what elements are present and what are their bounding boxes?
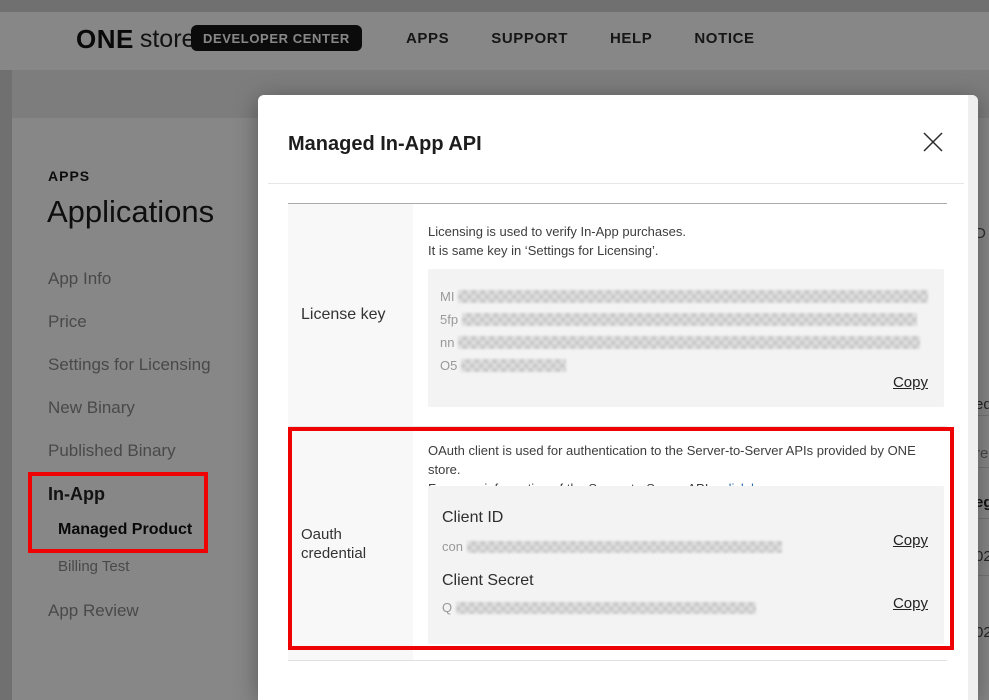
close-icon — [923, 132, 943, 152]
oauth-credential-row: Oauth credential OAuth client is used fo… — [288, 427, 947, 660]
license-key-row: License key Licensing is used to verify … — [288, 204, 947, 427]
close-button[interactable] — [920, 129, 946, 155]
managed-in-app-api-modal: Managed In-App API License key Licensing… — [258, 95, 978, 700]
client-secret-label: Client Secret — [442, 572, 534, 589]
oauth-content: OAuth client is used for authentication … — [413, 427, 947, 660]
client-id-label: Client ID — [442, 509, 504, 526]
key-prefix: O5 — [440, 358, 458, 373]
redacted-blur — [456, 601, 757, 614]
title-divider — [268, 183, 964, 184]
client-secret-value: Q — [442, 600, 757, 615]
redacted-blur — [458, 290, 929, 303]
oauth-label-line1: Oauth — [301, 525, 342, 543]
license-key-value: MI 5fp nn O5 — [440, 285, 929, 377]
modal-title: Managed In-App API — [288, 133, 482, 155]
copy-client-secret-button[interactable]: Copy — [893, 595, 928, 612]
api-table: License key Licensing is used to verify … — [288, 203, 947, 661]
copy-client-id-button[interactable]: Copy — [893, 532, 928, 549]
redacted-blur — [461, 359, 567, 372]
key-prefix: MI — [440, 289, 455, 304]
redacted-blur — [466, 540, 782, 553]
modal-scrollbar[interactable] — [968, 95, 978, 700]
redacted-blur — [458, 336, 921, 349]
license-key-content: Licensing is used to verify In-App purch… — [413, 204, 947, 426]
license-description: Licensing is used to verify In-App purch… — [428, 224, 686, 258]
license-key-label-cell: License key — [288, 204, 413, 426]
key-prefix: nn — [440, 335, 455, 350]
client-id-prefix: con — [442, 539, 463, 554]
license-key-box: MI 5fp nn O5 Copy — [428, 269, 944, 407]
client-id-value: con — [442, 539, 782, 554]
license-key-label: License key — [301, 306, 386, 323]
oauth-label-cell: Oauth credential — [288, 427, 413, 660]
oauth-label-line2: credential — [301, 544, 367, 562]
copy-license-key-button[interactable]: Copy — [893, 374, 928, 391]
key-prefix: 5fp — [440, 312, 459, 327]
client-secret-prefix: Q — [442, 600, 453, 615]
redacted-blur — [462, 313, 918, 326]
oauth-credential-box: Client ID con Copy Client Secret Q Copy — [428, 486, 944, 644]
